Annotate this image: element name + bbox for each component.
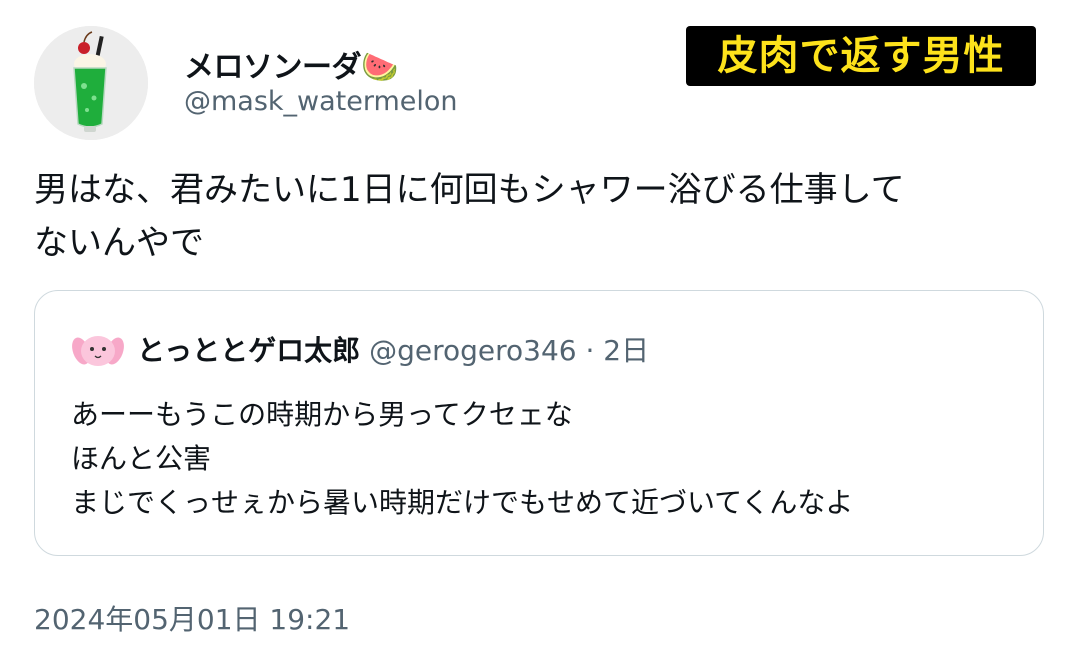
cream-soda-icon: [34, 26, 148, 140]
quote-tweet-card[interactable]: とっととゲロ太郎 @gerogero346 · 2日 あーーもうこの時期から男っ…: [34, 290, 1044, 556]
pink-bunny-icon: [71, 321, 125, 375]
caption-badge: 皮肉で返す男性: [686, 26, 1036, 86]
author-avatar[interactable]: [34, 26, 148, 140]
quote-header: とっととゲロ太郎 @gerogero346 · 2日: [137, 329, 649, 369]
tweet-text: 男はな、君みたいに1日に何回もシャワー浴びる仕事して ないんやで: [34, 170, 905, 263]
tweet-timestamp[interactable]: 2024年05月01日 19:21: [34, 598, 350, 638]
author-handle[interactable]: @mask_watermelon: [184, 86, 458, 117]
quote-author-name[interactable]: とっととゲロ太郎: [137, 334, 360, 367]
quote-time[interactable]: 2日: [603, 334, 649, 367]
quote-separator: ·: [585, 334, 595, 367]
author-display-name[interactable]: メロソンーダ🍉: [184, 42, 398, 86]
caption-badge-text: 皮肉で返す男性: [717, 33, 1005, 79]
quote-author-handle[interactable]: @gerogero346: [369, 334, 577, 367]
quote-tweet-text: あーーもうこの時期から男ってクセェな ほんと公害 まじでくっせぇから暑い時期だけ…: [71, 398, 854, 519]
quote-author-avatar[interactable]: [71, 321, 125, 375]
